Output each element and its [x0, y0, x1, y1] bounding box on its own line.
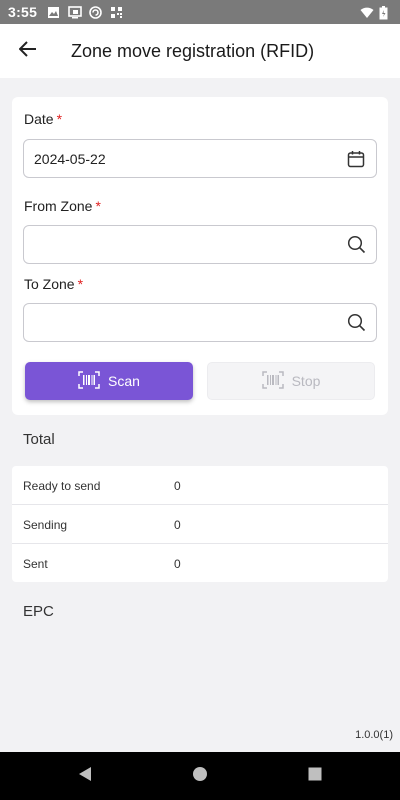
from-zone-label-text: From Zone — [24, 198, 93, 214]
back-button[interactable] — [0, 24, 56, 78]
to-zone-label-text: To Zone — [24, 276, 75, 292]
system-nav-bar — [0, 752, 400, 800]
stop-button-label: Stop — [291, 373, 321, 389]
total-row-value: 0 — [174, 556, 181, 571]
form-card: Date * 2024-05-22 From Zone * To Zone * Sca… — [12, 97, 388, 415]
barcode-icon — [261, 370, 284, 392]
to-zone-label: To Zone * — [24, 276, 83, 292]
required-mark: * — [56, 111, 63, 127]
scan-button[interactable]: Scan — [25, 362, 193, 400]
total-row-label: Sending — [23, 517, 68, 532]
total-row: Sent 0 — [12, 544, 388, 583]
nav-recents-button[interactable] — [305, 766, 325, 786]
search-icon[interactable] — [346, 235, 366, 255]
wifi-icon — [360, 6, 374, 19]
total-row: Sending 0 — [12, 505, 388, 544]
total-title: Total — [23, 431, 55, 448]
total-row-value: 0 — [174, 478, 181, 493]
total-row-label: Sent — [23, 556, 48, 571]
total-row: Ready to send 0 — [12, 466, 388, 505]
epc-title: EPC — [23, 603, 54, 620]
date-field[interactable]: 2024-05-22 — [23, 139, 377, 178]
version-label: 1.0.0(1) — [355, 729, 393, 741]
page-title: Zone move registration (RFID) — [71, 40, 315, 61]
battery-icon — [379, 5, 392, 19]
nav-home-button[interactable] — [190, 766, 210, 786]
barcode-icon — [78, 370, 100, 392]
stop-button[interactable]: Stop — [207, 362, 375, 400]
square-recents-icon — [308, 767, 322, 786]
triangle-back-icon — [78, 766, 92, 787]
to-zone-input[interactable] — [23, 303, 377, 342]
calendar-icon[interactable] — [346, 149, 366, 169]
arrow-left-icon — [18, 40, 37, 62]
circle-home-icon — [192, 766, 208, 787]
image-notification-icon — [47, 6, 60, 19]
from-zone-input[interactable] — [23, 225, 377, 264]
from-zone-label: From Zone * — [24, 198, 101, 214]
required-mark: * — [95, 198, 101, 214]
cast-notification-icon — [68, 5, 83, 19]
total-card: Ready to send 0 Sending 0 Sent 0 — [12, 466, 388, 582]
qr-notification-icon — [110, 6, 123, 19]
date-label-text: Date — [24, 111, 54, 127]
total-row-label: Ready to send — [23, 478, 101, 493]
required-mark: * — [77, 276, 84, 292]
date-label: Date * — [24, 111, 62, 127]
status-bar: 3:55 — [0, 0, 400, 24]
status-time: 3:55 — [8, 4, 38, 20]
search-icon[interactable] — [346, 313, 366, 333]
app-bar: Zone move registration (RFID) — [0, 24, 400, 78]
date-value: 2024-05-22 — [34, 150, 106, 167]
nav-back-button[interactable] — [75, 766, 95, 786]
total-row-value: 0 — [174, 517, 181, 532]
scan-button-label: Scan — [108, 373, 140, 389]
sync-notification-icon — [89, 5, 103, 19]
